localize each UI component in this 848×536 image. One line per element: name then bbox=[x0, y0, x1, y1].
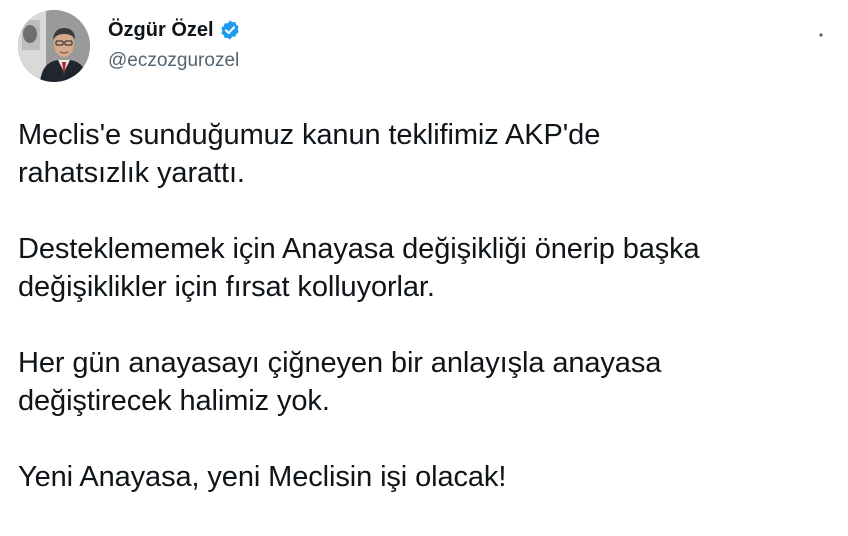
tweet-line: Her gün anayasayı çiğneyen bir anlayışla… bbox=[18, 347, 662, 379]
tweet-card: Özgür Özel @eczozgurozel Meclis'e sunduğ… bbox=[0, 0, 848, 536]
tweet-paragraph: Desteklememek için Anayasa değişikliği ö… bbox=[18, 230, 838, 306]
tweet-header: Özgür Özel @eczozgurozel bbox=[18, 10, 838, 86]
tweet-line: Desteklememek için Anayasa değişikliği ö… bbox=[18, 233, 700, 265]
tweet-line: değişiklikler için fırsat kolluyorlar. bbox=[18, 271, 435, 303]
tweet-line: Meclis'e sunduğumuz kanun teklifimiz AKP… bbox=[18, 119, 601, 151]
tweet-line: rahatsızlık yarattı. bbox=[18, 157, 245, 189]
tweet-line: değiştirecek halimiz yok. bbox=[18, 385, 330, 417]
tweet-line: Yeni Anayasa, yeni Meclisin işi olacak! bbox=[18, 461, 507, 493]
tweet-paragraph: Meclis'e sunduğumuz kanun teklifimiz AKP… bbox=[18, 116, 838, 192]
avatar[interactable] bbox=[18, 10, 90, 82]
tweet-paragraph: Her gün anayasayı çiğneyen bir anlayışla… bbox=[18, 344, 838, 420]
author-names: Özgür Özel @eczozgurozel bbox=[108, 16, 241, 72]
tweet-text: Meclis'e sunduğumuz kanun teklifimiz AKP… bbox=[18, 116, 838, 534]
tweet-paragraph: Yeni Anayasa, yeni Meclisin işi olacak! bbox=[18, 458, 838, 496]
profile-photo-icon bbox=[18, 10, 90, 82]
handle[interactable]: @eczozgurozel bbox=[108, 50, 241, 72]
display-name-row: Özgür Özel bbox=[108, 16, 241, 44]
verified-badge-icon bbox=[219, 19, 241, 41]
display-name[interactable]: Özgür Özel bbox=[108, 19, 214, 42]
ellipsis-icon[interactable] bbox=[810, 24, 832, 46]
